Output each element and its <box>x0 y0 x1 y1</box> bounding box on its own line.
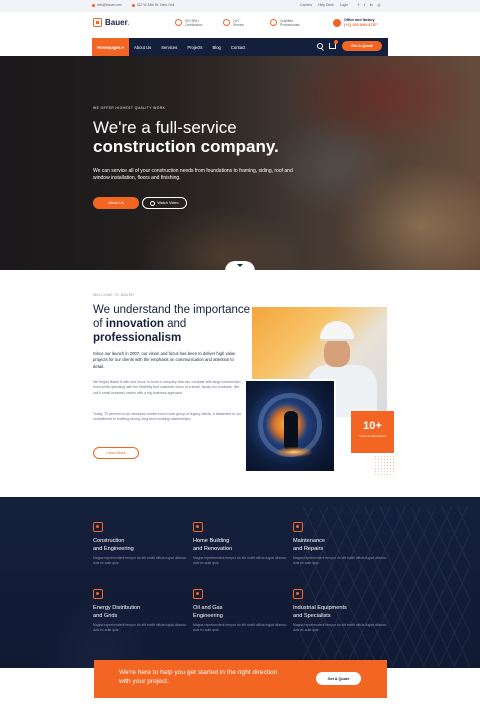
envelope-icon <box>92 3 95 7</box>
hero-title-line2: construction company. <box>93 137 279 156</box>
building-icon <box>193 522 203 532</box>
nav-item-projects[interactable]: Projects <box>182 38 207 56</box>
experience-label: Years of Experience <box>359 434 386 438</box>
linkedin-icon[interactable]: in <box>370 3 373 7</box>
careers-link[interactable]: Careers <box>300 3 312 7</box>
address: 312 W 34th St, New York <box>131 3 174 7</box>
about-paragraph-1: Since our launch in 2007, our vision and… <box>93 351 236 369</box>
cta-banner: We're here to help you get started in th… <box>94 660 387 698</box>
office-phone[interactable]: (+1) 201 890-3797 <box>344 22 377 27</box>
cart-icon[interactable] <box>329 40 339 49</box>
instagram-icon[interactable]: ◎ <box>378 3 381 7</box>
nav-item-about[interactable]: About Us <box>129 38 156 56</box>
welder-photo <box>244 379 336 473</box>
chevron-down-icon: ▾ <box>121 44 125 50</box>
brand-name: Bauer <box>105 18 128 27</box>
about-kicker: WELCOME TO BAUER <box>93 293 135 297</box>
brand-row: Bauer. ISO 9001 Certification 24/7 Service… <box>0 12 480 38</box>
phone-icon <box>333 18 341 27</box>
about-us-button[interactable]: About Us <box>93 197 139 209</box>
brand-dot: . <box>127 18 130 27</box>
industrial-icon <box>293 589 303 599</box>
oil-gas-icon <box>193 589 203 599</box>
service-card[interactable]: Home Building and Renovation Magna repreh… <box>193 522 293 566</box>
hero-kicker: WE OFFER HIGHEST QUALITY WORK <box>93 106 166 110</box>
nav-item-homepages[interactable]: Homepages ▾ <box>92 38 130 56</box>
service-card[interactable]: Maintenance and Repairs Magna reprehender… <box>293 522 393 566</box>
logo-icon <box>93 18 102 27</box>
facebook-icon[interactable]: f <box>358 3 359 7</box>
experience-number: 10+ <box>363 420 382 432</box>
play-icon <box>150 200 156 206</box>
help-desk-link[interactable]: Help Desk <box>318 3 334 7</box>
user-icon <box>270 19 277 26</box>
dots-decoration <box>374 455 396 475</box>
top-bar: info@bauer.com 312 W 34th St, New York C… <box>0 0 480 12</box>
header-info-professionals: Qualified Professionals <box>270 19 300 28</box>
hero-overlay <box>0 56 480 270</box>
login-link[interactable]: Login <box>340 3 348 7</box>
twitter-icon[interactable]: t <box>364 3 365 7</box>
service-card[interactable]: Industrial Equipments and Specialists Mag… <box>293 589 393 633</box>
energy-icon <box>93 589 103 599</box>
office-contact[interactable]: Office and factory (+1) 201 890-3797 <box>333 18 377 27</box>
about-paragraph-2: We began Bauer 8 with one focus: to buil… <box>93 380 241 395</box>
nav-item-blog[interactable]: Blog <box>207 38 225 56</box>
service-card[interactable]: Energy Distribution and Grids Magna repre… <box>93 589 193 633</box>
repair-icon <box>293 522 303 532</box>
search-icon[interactable] <box>317 43 324 49</box>
service-card[interactable]: Construction and Engineering Magna repreh… <box>93 522 193 566</box>
experience-badge: 10+ Years of Experience <box>351 411 394 453</box>
cta-get-quote-button[interactable]: Get A Quote <box>316 672 361 685</box>
hero-section: WE OFFER HIGHEST QUALITY WORK We're a fu… <box>0 56 480 270</box>
cart-badge <box>334 40 339 44</box>
nav-item-services[interactable]: Services <box>156 38 182 56</box>
service-card[interactable]: Oil and Gas Engineering Magna reprehender… <box>193 589 293 633</box>
header-info-certification: ISO 9001 Certification <box>175 19 202 28</box>
email-link[interactable]: info@bauer.com <box>92 3 122 7</box>
watch-video-button[interactable]: Watch Video <box>142 197 187 209</box>
cta-text: We're here to help you get started in th… <box>119 669 278 686</box>
learn-more-button[interactable]: Learn More <box>93 447 139 459</box>
services-section: Construction and Engineering Magna repreh… <box>0 497 480 668</box>
nav-item-contact[interactable]: Contact <box>226 38 250 56</box>
chevron-down-icon[interactable] <box>237 264 243 267</box>
location-pin-icon <box>131 3 135 7</box>
main-nav: Homepages ▾ About Us Services Projects B… <box>92 38 388 56</box>
header-info-service: 24/7 Service <box>223 19 244 28</box>
clock-icon <box>223 19 230 26</box>
hero-title-line1: We're a full-service <box>93 118 237 137</box>
certificate-icon <box>175 19 182 26</box>
hero-description: We can service all of your construction … <box>93 168 293 182</box>
about-paragraph-3: Today, 75 percent of our business comes … <box>93 412 242 422</box>
construction-icon <box>93 522 103 532</box>
logo[interactable]: Bauer. <box>93 18 129 27</box>
about-heading: We understand the importance of innovati… <box>93 304 251 344</box>
get-quote-button[interactable]: Get A Quote <box>342 41 382 51</box>
